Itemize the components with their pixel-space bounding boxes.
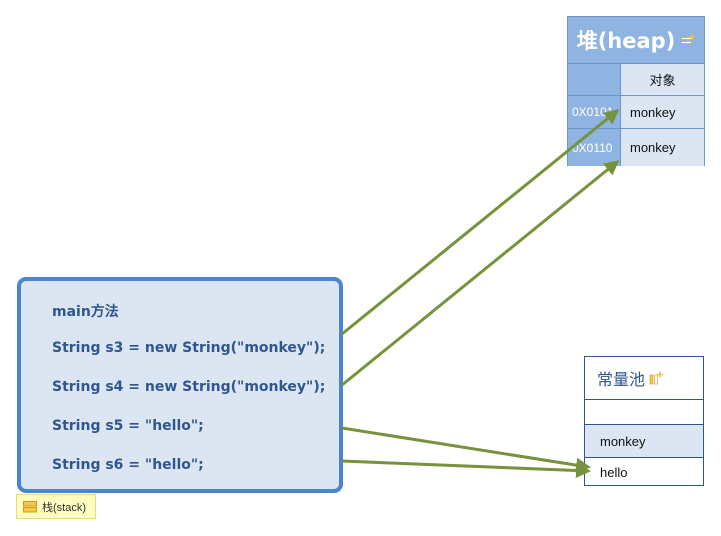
heap-title-text: 堆(heap) [576, 29, 676, 53]
add-node-icon[interactable] [681, 34, 696, 46]
heap-value: monkey [621, 96, 704, 128]
arrow-s6-to-pool [341, 459, 591, 479]
constant-pool-table: 常量池 monkey hello [584, 356, 704, 486]
stack-tag[interactable]: 栈(stack) [16, 494, 96, 519]
stack-line-s6: String s6 = "hello"; [52, 457, 204, 473]
heap-title: 堆(heap) [568, 17, 704, 63]
pool-title: 常量池 [585, 357, 703, 399]
arrow-s4-to-heap [341, 160, 620, 387]
stack-line-main: main方法 [52, 304, 119, 320]
stack-line-s4: String s4 = new String("monkey"); [52, 379, 326, 395]
stack-line-s3: String s3 = new String("monkey"); [52, 340, 326, 356]
heap-header-object: 对象 [621, 64, 704, 95]
pool-row-empty [585, 399, 703, 424]
add-node-icon[interactable] [649, 371, 664, 385]
heap-header-row: 对象 [568, 63, 704, 95]
arrow-s5-to-pool [341, 426, 591, 473]
heap-row: 0X0101 monkey [568, 95, 704, 128]
pool-title-text: 常量池 [597, 370, 646, 389]
heap-table: 堆(heap) 对象 0X0101 monkey 0X0110 monkey [567, 16, 705, 166]
heap-row: 0X0110 monkey [568, 128, 704, 166]
stack-frame: main方法 String s3 = new String("monkey");… [17, 277, 343, 493]
stack-tag-label: 栈(stack) [42, 501, 86, 514]
pool-row-hello: hello [585, 457, 703, 486]
stack-icon [23, 500, 37, 512]
heap-header-address-cell [568, 64, 621, 95]
stack-line-s5: String s5 = "hello"; [52, 418, 204, 434]
pool-row-monkey: monkey [585, 424, 703, 457]
heap-address: 0X0101 [568, 96, 621, 128]
heap-address: 0X0110 [568, 129, 621, 166]
heap-value: monkey [621, 129, 704, 166]
